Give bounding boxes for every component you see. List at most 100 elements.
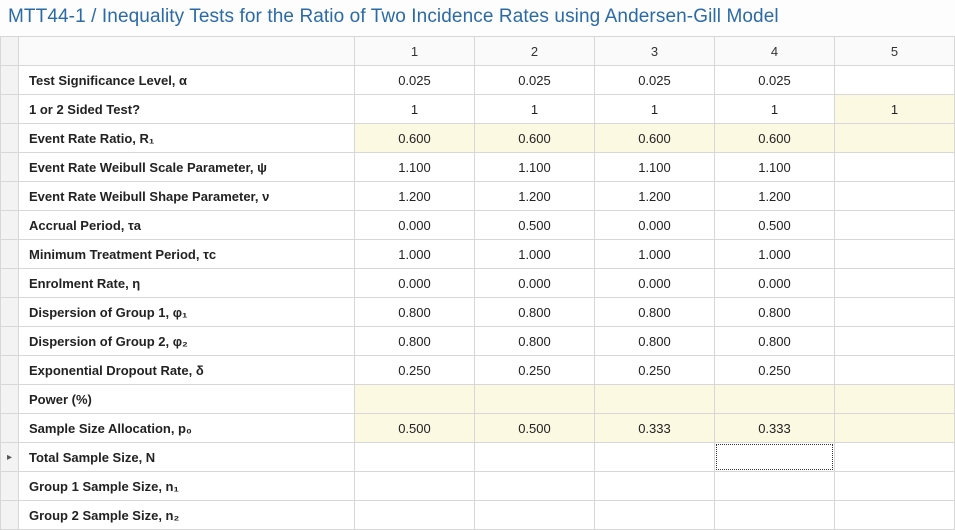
- grid-cell[interactable]: 1.100: [595, 153, 715, 182]
- grid-cell[interactable]: 1: [355, 95, 475, 124]
- row-gutter[interactable]: [1, 153, 19, 182]
- col-header[interactable]: 4: [715, 37, 835, 66]
- grid-cell[interactable]: 0.600: [475, 124, 595, 153]
- grid-cell[interactable]: 0.250: [475, 356, 595, 385]
- grid-cell[interactable]: 0.800: [475, 327, 595, 356]
- row-gutter[interactable]: [1, 211, 19, 240]
- grid-cell[interactable]: [475, 385, 595, 414]
- grid-cell[interactable]: 0.800: [715, 327, 835, 356]
- grid-cell[interactable]: [835, 443, 955, 472]
- grid-cell[interactable]: 1.200: [355, 182, 475, 211]
- grid-cell[interactable]: 1.100: [355, 153, 475, 182]
- grid-cell[interactable]: [715, 443, 835, 472]
- grid-cell[interactable]: [595, 472, 715, 501]
- grid-cell[interactable]: 0.000: [355, 211, 475, 240]
- grid-cell[interactable]: [835, 414, 955, 443]
- row-gutter[interactable]: ▸: [1, 443, 19, 472]
- grid-cell[interactable]: 0.250: [595, 356, 715, 385]
- grid-cell[interactable]: [835, 66, 955, 95]
- parameter-grid[interactable]: 1 2 3 4 5 Test Significance Level, α0.02…: [0, 36, 955, 530]
- grid-cell[interactable]: [835, 385, 955, 414]
- grid-cell[interactable]: 0.500: [475, 211, 595, 240]
- grid-cell[interactable]: [835, 356, 955, 385]
- grid-cell[interactable]: 0.250: [355, 356, 475, 385]
- grid-cell[interactable]: 1.000: [715, 240, 835, 269]
- grid-cell[interactable]: 0.333: [595, 414, 715, 443]
- grid-cell[interactable]: [355, 501, 475, 530]
- grid-cell[interactable]: 0.025: [715, 66, 835, 95]
- grid-cell[interactable]: 0.025: [595, 66, 715, 95]
- grid-cell[interactable]: [595, 443, 715, 472]
- grid-cell[interactable]: 0.000: [355, 269, 475, 298]
- row-gutter[interactable]: [1, 269, 19, 298]
- row-gutter[interactable]: [1, 298, 19, 327]
- grid-cell[interactable]: 0.500: [355, 414, 475, 443]
- grid-cell[interactable]: [355, 472, 475, 501]
- grid-cell[interactable]: [835, 182, 955, 211]
- grid-cell[interactable]: [355, 385, 475, 414]
- grid-cell[interactable]: 0.600: [595, 124, 715, 153]
- grid-cell[interactable]: 0.025: [355, 66, 475, 95]
- grid-cell[interactable]: 1.000: [595, 240, 715, 269]
- grid-cell[interactable]: 0.000: [595, 269, 715, 298]
- grid-cell[interactable]: [835, 269, 955, 298]
- row-gutter[interactable]: [1, 414, 19, 443]
- grid-cell[interactable]: [595, 385, 715, 414]
- row-gutter[interactable]: [1, 472, 19, 501]
- grid-cell[interactable]: 0.800: [355, 298, 475, 327]
- row-gutter[interactable]: [1, 356, 19, 385]
- row-gutter[interactable]: [1, 66, 19, 95]
- grid-cell[interactable]: 0.600: [715, 124, 835, 153]
- col-header[interactable]: 1: [355, 37, 475, 66]
- row-gutter[interactable]: [1, 327, 19, 356]
- row-gutter[interactable]: [1, 385, 19, 414]
- grid-cell[interactable]: [355, 443, 475, 472]
- grid-cell[interactable]: 1.000: [475, 240, 595, 269]
- grid-cell[interactable]: [835, 124, 955, 153]
- grid-cell[interactable]: 0.500: [475, 414, 595, 443]
- grid-cell[interactable]: 1.200: [595, 182, 715, 211]
- grid-cell[interactable]: 0.000: [595, 211, 715, 240]
- grid-cell[interactable]: [835, 327, 955, 356]
- col-header[interactable]: 5: [835, 37, 955, 66]
- grid-cell[interactable]: 0.500: [715, 211, 835, 240]
- grid-cell[interactable]: [835, 211, 955, 240]
- grid-cell[interactable]: [475, 501, 595, 530]
- grid-cell[interactable]: 0.800: [715, 298, 835, 327]
- grid-cell[interactable]: 0.000: [715, 269, 835, 298]
- row-gutter[interactable]: [1, 501, 19, 530]
- grid-cell[interactable]: [475, 472, 595, 501]
- grid-cell[interactable]: 1.100: [475, 153, 595, 182]
- grid-cell[interactable]: [835, 472, 955, 501]
- grid-cell[interactable]: 0.333: [715, 414, 835, 443]
- grid-cell[interactable]: 1: [835, 95, 955, 124]
- grid-cell[interactable]: 1: [715, 95, 835, 124]
- grid-cell[interactable]: [715, 501, 835, 530]
- col-header[interactable]: 3: [595, 37, 715, 66]
- row-gutter[interactable]: [1, 240, 19, 269]
- grid-cell[interactable]: 0.025: [475, 66, 595, 95]
- row-gutter[interactable]: [1, 124, 19, 153]
- row-gutter[interactable]: [1, 182, 19, 211]
- grid-cell[interactable]: [475, 443, 595, 472]
- grid-cell[interactable]: 0.600: [355, 124, 475, 153]
- grid-cell[interactable]: 1: [595, 95, 715, 124]
- row-gutter[interactable]: [1, 95, 19, 124]
- grid-cell[interactable]: 1.200: [715, 182, 835, 211]
- grid-cell[interactable]: 1.000: [355, 240, 475, 269]
- grid-cell[interactable]: [835, 501, 955, 530]
- grid-cell[interactable]: 0.800: [475, 298, 595, 327]
- grid-cell[interactable]: [835, 298, 955, 327]
- grid-cell[interactable]: [835, 240, 955, 269]
- grid-cell[interactable]: 0.800: [355, 327, 475, 356]
- grid-cell[interactable]: 0.800: [595, 327, 715, 356]
- grid-cell[interactable]: 0.250: [715, 356, 835, 385]
- grid-cell[interactable]: [715, 472, 835, 501]
- grid-cell[interactable]: 1.100: [715, 153, 835, 182]
- grid-cell[interactable]: 0.800: [595, 298, 715, 327]
- grid-cell[interactable]: 1.200: [475, 182, 595, 211]
- col-header[interactable]: 2: [475, 37, 595, 66]
- grid-cell[interactable]: 0.000: [475, 269, 595, 298]
- grid-cell[interactable]: [595, 501, 715, 530]
- grid-cell[interactable]: 1: [475, 95, 595, 124]
